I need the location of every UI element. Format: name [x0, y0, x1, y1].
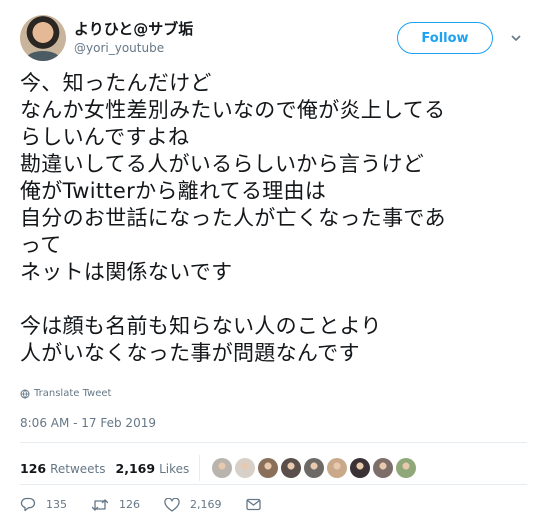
user-handle[interactable]: @yori_youtube — [74, 41, 164, 55]
liker-avatar[interactable] — [235, 458, 256, 478]
reply-icon — [20, 497, 36, 512]
liker-avatar[interactable] — [373, 458, 394, 478]
retweet-icon — [91, 498, 109, 511]
tweet-stats: 126 Retweets 2,169 Likes — [20, 455, 417, 481]
like-button[interactable]: 2,169 — [164, 497, 222, 512]
avatar-shirt — [26, 51, 60, 61]
translate-link[interactable]: Translate Tweet — [20, 388, 111, 399]
liker-avatar[interactable] — [212, 458, 233, 478]
chevron-down-icon[interactable] — [510, 32, 522, 44]
envelope-icon — [245, 498, 261, 511]
liker-avatar[interactable] — [304, 458, 325, 478]
divider — [20, 484, 527, 485]
globe-icon — [20, 389, 30, 399]
liker-avatar[interactable] — [396, 458, 417, 478]
likers-list — [212, 458, 417, 478]
liker-avatar[interactable] — [258, 458, 279, 478]
display-name[interactable]: よりひと@サブ垢 — [74, 18, 193, 39]
heart-icon — [164, 497, 180, 512]
reply-count: 135 — [46, 498, 67, 511]
divider — [20, 442, 527, 443]
retweet-button[interactable]: 126 — [91, 498, 140, 512]
liker-avatar[interactable] — [327, 458, 348, 478]
avatar[interactable] — [20, 15, 66, 61]
retweets-count: 126 — [20, 460, 47, 476]
retweets-label: Retweets — [50, 461, 106, 476]
likes-stat[interactable]: 2,169 Likes — [116, 461, 190, 476]
follow-button[interactable]: Follow — [397, 22, 493, 54]
like-count: 2,169 — [190, 498, 222, 511]
retweets-stat[interactable]: 126 Retweets — [20, 461, 106, 476]
reply-button[interactable]: 135 — [20, 497, 67, 512]
direct-message-button[interactable] — [245, 498, 261, 511]
liker-avatar[interactable] — [281, 458, 302, 478]
stats-separator — [199, 455, 201, 481]
likes-label: Likes — [159, 461, 190, 476]
tweet-text: 今、知ったんだけど なんか女性差別みたいなので俺が炎上してる らしいんですよね … — [20, 71, 446, 365]
liker-avatar[interactable] — [350, 458, 371, 478]
tweet-actions: 135 126 2,169 — [20, 497, 285, 512]
likes-count: 2,169 — [115, 460, 156, 476]
retweet-count: 126 — [119, 498, 140, 511]
translate-label: Translate Tweet — [34, 388, 112, 399]
tweet-timestamp[interactable]: 8:06 AM - 17 Feb 2019 — [20, 416, 156, 430]
